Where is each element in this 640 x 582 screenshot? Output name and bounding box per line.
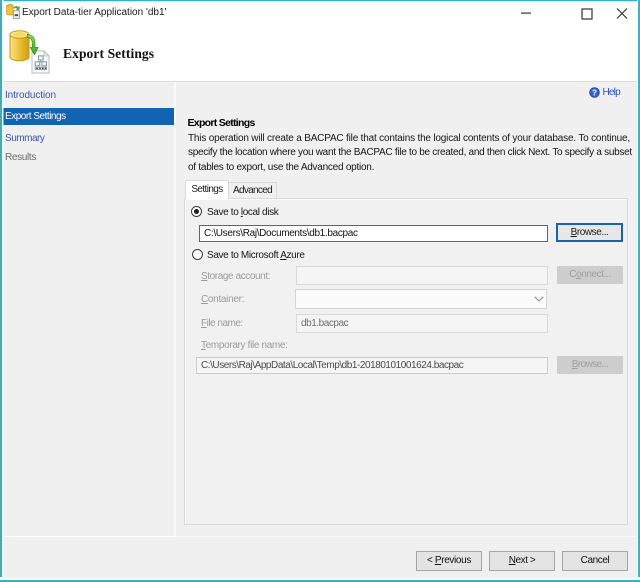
svg-text:?: ? xyxy=(592,88,597,97)
